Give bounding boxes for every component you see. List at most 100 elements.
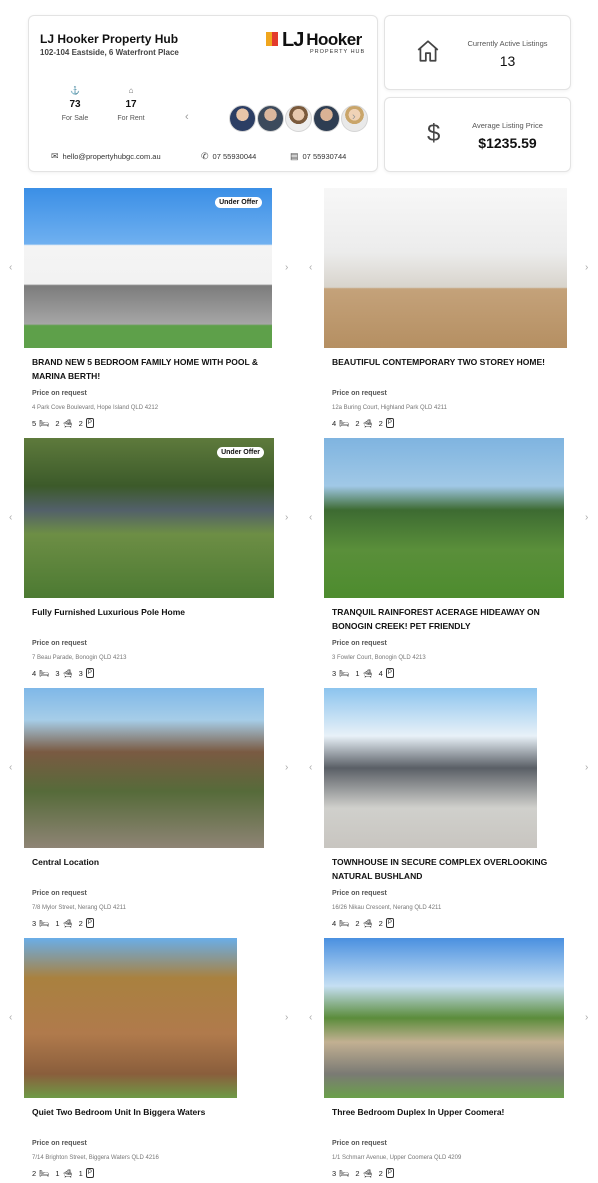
- agents-next-chevron-icon[interactable]: ›: [352, 111, 356, 123]
- lj-hooker-logo: LJ Hooker PROPERTY HUB: [266, 29, 367, 58]
- avatar[interactable]: [285, 105, 312, 132]
- parking-icon: P: [385, 668, 394, 678]
- bath-count: 1: [55, 1168, 60, 1178]
- fax-contact[interactable]: ▤ 07 55930744: [290, 151, 346, 162]
- photo-prev-arrow-icon[interactable]: ‹: [309, 762, 312, 773]
- listing-photo[interactable]: [324, 938, 564, 1098]
- car-count: 2: [78, 918, 83, 928]
- listing-price: Price on request: [332, 890, 387, 897]
- bed-icon: 🛏︎: [39, 668, 50, 678]
- parking-icon: P: [85, 1168, 94, 1178]
- for-sale-stat: ⚓ 73 For Sale: [55, 86, 95, 122]
- listing-features: 4 🛏︎ 2 🛁︎ 2P: [332, 418, 394, 428]
- listing-photo[interactable]: [24, 688, 264, 848]
- agents-prev-chevron-icon[interactable]: ‹: [185, 111, 189, 123]
- bed-icon: 🛏︎: [39, 1168, 50, 1178]
- bath-icon: 🛁︎: [362, 418, 373, 428]
- listing-title[interactable]: Fully Furnished Luxurious Pole Home: [32, 605, 272, 619]
- logo-subtitle: PROPERTY HUB: [310, 49, 366, 55]
- bed-icon: 🛏︎: [339, 1168, 350, 1178]
- photo-next-arrow-icon[interactable]: ›: [285, 762, 288, 773]
- bath-count: 2: [355, 918, 360, 928]
- listing-title[interactable]: Central Location: [32, 855, 272, 869]
- photo-next-arrow-icon[interactable]: ›: [285, 1012, 288, 1023]
- listing-price: Price on request: [32, 890, 87, 897]
- phone-contact[interactable]: ✆ 07 55930044: [201, 151, 256, 162]
- listing-title[interactable]: BRAND NEW 5 BEDROOM FAMILY HOME WITH POO…: [32, 355, 272, 383]
- bath-icon: 🛁︎: [362, 1168, 373, 1178]
- bed-count: 4: [32, 668, 37, 678]
- listing-price: Price on request: [32, 1140, 87, 1147]
- car-count: 2: [378, 418, 383, 428]
- listing-photo[interactable]: [324, 438, 564, 598]
- avatar[interactable]: [313, 105, 340, 132]
- photo-next-arrow-icon[interactable]: ›: [585, 1012, 588, 1023]
- photo-next-arrow-icon[interactable]: ›: [285, 512, 288, 523]
- listing-title[interactable]: Quiet Two Bedroom Unit In Biggera Waters: [32, 1105, 272, 1119]
- house-icon: [415, 38, 441, 70]
- parking-icon: P: [85, 918, 94, 928]
- photo-next-arrow-icon[interactable]: ›: [285, 262, 288, 273]
- photo-next-arrow-icon[interactable]: ›: [585, 262, 588, 273]
- bed-icon: 🛏︎: [339, 418, 350, 428]
- bath-icon: 🛁︎: [62, 918, 73, 928]
- car-count: 2: [378, 918, 383, 928]
- avatar[interactable]: [229, 105, 256, 132]
- active-listings-label: Currently Active Listings: [467, 39, 548, 48]
- photo-prev-arrow-icon[interactable]: ‹: [9, 262, 12, 273]
- avatar[interactable]: [257, 105, 284, 132]
- bed-count: 5: [32, 418, 37, 428]
- listing-features: 5 🛏︎ 2 🛁︎ 2P: [32, 418, 94, 428]
- parking-icon: P: [85, 418, 94, 428]
- listing-photo[interactable]: Under Offer: [24, 188, 272, 348]
- photo-prev-arrow-icon[interactable]: ‹: [9, 762, 12, 773]
- average-price-card: $ Average Listing Price $1235.59: [384, 97, 571, 172]
- listing-photo[interactable]: [24, 938, 237, 1098]
- listing-title[interactable]: BEAUTIFUL CONTEMPORARY TWO STOREY HOME!: [332, 355, 572, 369]
- listing-address: 7 Beau Parade, Bonogin QLD 4213: [32, 655, 127, 661]
- bath-count: 1: [355, 668, 360, 678]
- listing-features: 2 🛏︎ 1 🛁︎ 1P: [32, 1168, 94, 1178]
- bath-icon: 🛁︎: [62, 418, 73, 428]
- listing-address: 12a Buring Court, Highland Park QLD 4211: [332, 405, 447, 411]
- bath-count: 3: [55, 668, 60, 678]
- photo-prev-arrow-icon[interactable]: ‹: [309, 262, 312, 273]
- agency-card: LJ Hooker Property Hub 102-104 Eastside,…: [28, 15, 378, 172]
- car-count: 2: [378, 1168, 383, 1178]
- photo-prev-arrow-icon[interactable]: ‹: [9, 1012, 12, 1023]
- active-listings-card: Currently Active Listings 13: [384, 15, 571, 90]
- car-count: 1: [78, 1168, 83, 1178]
- phone-icon: ✆: [201, 151, 209, 161]
- listing-title[interactable]: TRANQUIL RAINFOREST ACERAGE HIDEAWAY ON …: [332, 605, 572, 633]
- listing-price: Price on request: [332, 1140, 387, 1147]
- bath-count: 2: [55, 418, 60, 428]
- email-contact[interactable]: ✉ hello@propertyhubgc.com.au: [51, 151, 161, 162]
- anchor-icon: ⚓: [70, 86, 80, 95]
- photo-next-arrow-icon[interactable]: ›: [585, 512, 588, 523]
- bath-count: 2: [355, 1168, 360, 1178]
- bed-count: 4: [332, 918, 337, 928]
- mail-icon: ✉: [51, 151, 59, 161]
- bath-icon: 🛁︎: [62, 1168, 73, 1178]
- parking-icon: P: [385, 1168, 394, 1178]
- listing-address: 16/26 Nikau Crescent, Nerang QLD 4211: [332, 905, 442, 911]
- listing-address: 1/1 Schmarr Avenue, Upper Coomera QLD 42…: [332, 1155, 462, 1161]
- car-count: 3: [78, 668, 83, 678]
- listing-price: Price on request: [332, 640, 387, 647]
- listing-photo[interactable]: [324, 188, 567, 348]
- bed-count: 2: [32, 1168, 37, 1178]
- listing-title[interactable]: TOWNHOUSE IN SECURE COMPLEX OVERLOOKING …: [332, 855, 572, 883]
- photo-prev-arrow-icon[interactable]: ‹: [9, 512, 12, 523]
- car-count: 4: [378, 668, 383, 678]
- photo-next-arrow-icon[interactable]: ›: [585, 762, 588, 773]
- photo-prev-arrow-icon[interactable]: ‹: [309, 512, 312, 523]
- average-price-label: Average Listing Price: [472, 121, 543, 130]
- listing-title[interactable]: Three Bedroom Duplex In Upper Coomera!: [332, 1105, 572, 1119]
- parking-icon: P: [85, 668, 94, 678]
- listing-photo[interactable]: Under Offer: [24, 438, 274, 598]
- listing-photo[interactable]: [324, 688, 537, 848]
- average-price-value: $1235.59: [478, 135, 537, 151]
- agent-avatars: [229, 105, 368, 132]
- photo-prev-arrow-icon[interactable]: ‹: [309, 1012, 312, 1023]
- active-listings-value: 13: [499, 53, 516, 69]
